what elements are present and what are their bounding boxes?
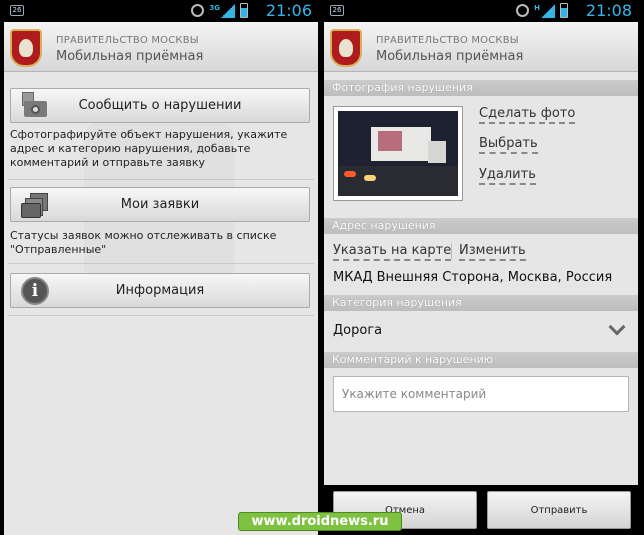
home-screen: 26 3G 21:06 ПРАВИТЕЛЬСТВО МОСКВЫ Мобильн…	[4, 0, 318, 535]
address-value: МКАД Внешняя Сторона, Москва, Россия	[333, 270, 613, 285]
violation-photo[interactable]	[333, 106, 463, 201]
network-type: H	[534, 3, 540, 12]
site-watermark: www.droidnews.ru	[238, 512, 402, 531]
chevron-down-icon	[608, 318, 626, 336]
battery-icon	[560, 3, 568, 18]
information-button[interactable]: i Информация	[10, 273, 310, 308]
divider	[8, 179, 314, 180]
status-bar: 26 3G 21:06	[4, 0, 318, 22]
my-requests-description: Статусы заявок можно отслеживать в списк…	[10, 229, 277, 256]
comment-input[interactable]	[333, 376, 629, 412]
status-time: 21:08	[585, 1, 632, 20]
battery-icon	[240, 3, 248, 18]
divider	[451, 243, 452, 259]
choose-photo-link[interactable]: Выбрать	[479, 136, 538, 154]
status-bar: 26 H 21:08	[324, 0, 638, 22]
take-photo-link[interactable]: Сделать фото	[479, 106, 576, 124]
photo-section-header: Фотография нарушения	[324, 80, 638, 96]
alarm-icon	[516, 4, 530, 17]
my-requests-label: Мои заявки	[120, 197, 200, 212]
notification-icon: 26	[10, 5, 24, 16]
show-on-map-link[interactable]: Указать на карте	[333, 243, 452, 261]
status-icons: 3G	[191, 3, 248, 18]
information-label: Информация	[115, 283, 205, 298]
address-section-header: Адрес нарушения	[324, 218, 638, 234]
app-title: Мобильная приёмная	[376, 49, 524, 64]
signal-icon	[541, 3, 555, 18]
delete-photo-link[interactable]: Удалить	[479, 167, 536, 185]
app-title: Мобильная приёмная	[56, 49, 204, 64]
category-value: Дорога	[333, 323, 383, 338]
report-description: Сфотографируйте объект нарушения, укажит…	[10, 128, 288, 169]
moscow-crest-icon	[330, 29, 362, 67]
send-button[interactable]: Отправить	[487, 491, 631, 529]
report-violation-label: Сообщить о нарушении	[78, 98, 242, 113]
category-section-header: Категория нарушения	[324, 295, 638, 311]
signal-icon	[221, 3, 235, 18]
app-org: ПРАВИТЕЛЬСТВО МОСКВЫ	[376, 35, 519, 46]
status-time: 21:06	[265, 1, 312, 20]
my-requests-button[interactable]: Мои заявки	[10, 187, 310, 222]
status-icons: H	[516, 3, 568, 18]
app-org: ПРАВИТЕЛЬСТВО МОСКВЫ	[56, 35, 199, 46]
report-screen: 26 H 21:08 ПРАВИТЕЛЬСТВО МОСКВЫ Мобильна…	[324, 0, 638, 535]
network-type: 3G	[209, 3, 220, 12]
comment-section-header: Комментарий к нарушению	[324, 352, 638, 368]
notification-icon: 26	[330, 5, 344, 16]
divider	[8, 263, 314, 264]
change-address-link[interactable]: Изменить	[459, 243, 526, 261]
report-violation-button[interactable]: Сообщить о нарушении	[10, 88, 310, 123]
alarm-icon	[191, 4, 205, 17]
info-icon: i	[21, 277, 49, 305]
moscow-crest-icon	[10, 29, 42, 67]
camera-icon	[21, 92, 49, 120]
app-header: ПРАВИТЕЛЬСТВО МОСКВЫ Мобильная приёмная	[324, 22, 638, 72]
briefcase-icon	[21, 191, 49, 219]
app-header: ПРАВИТЕЛЬСТВО МОСКВЫ Мобильная приёмная	[4, 22, 318, 72]
divider	[8, 315, 314, 316]
photo-thumbnail	[338, 111, 458, 196]
